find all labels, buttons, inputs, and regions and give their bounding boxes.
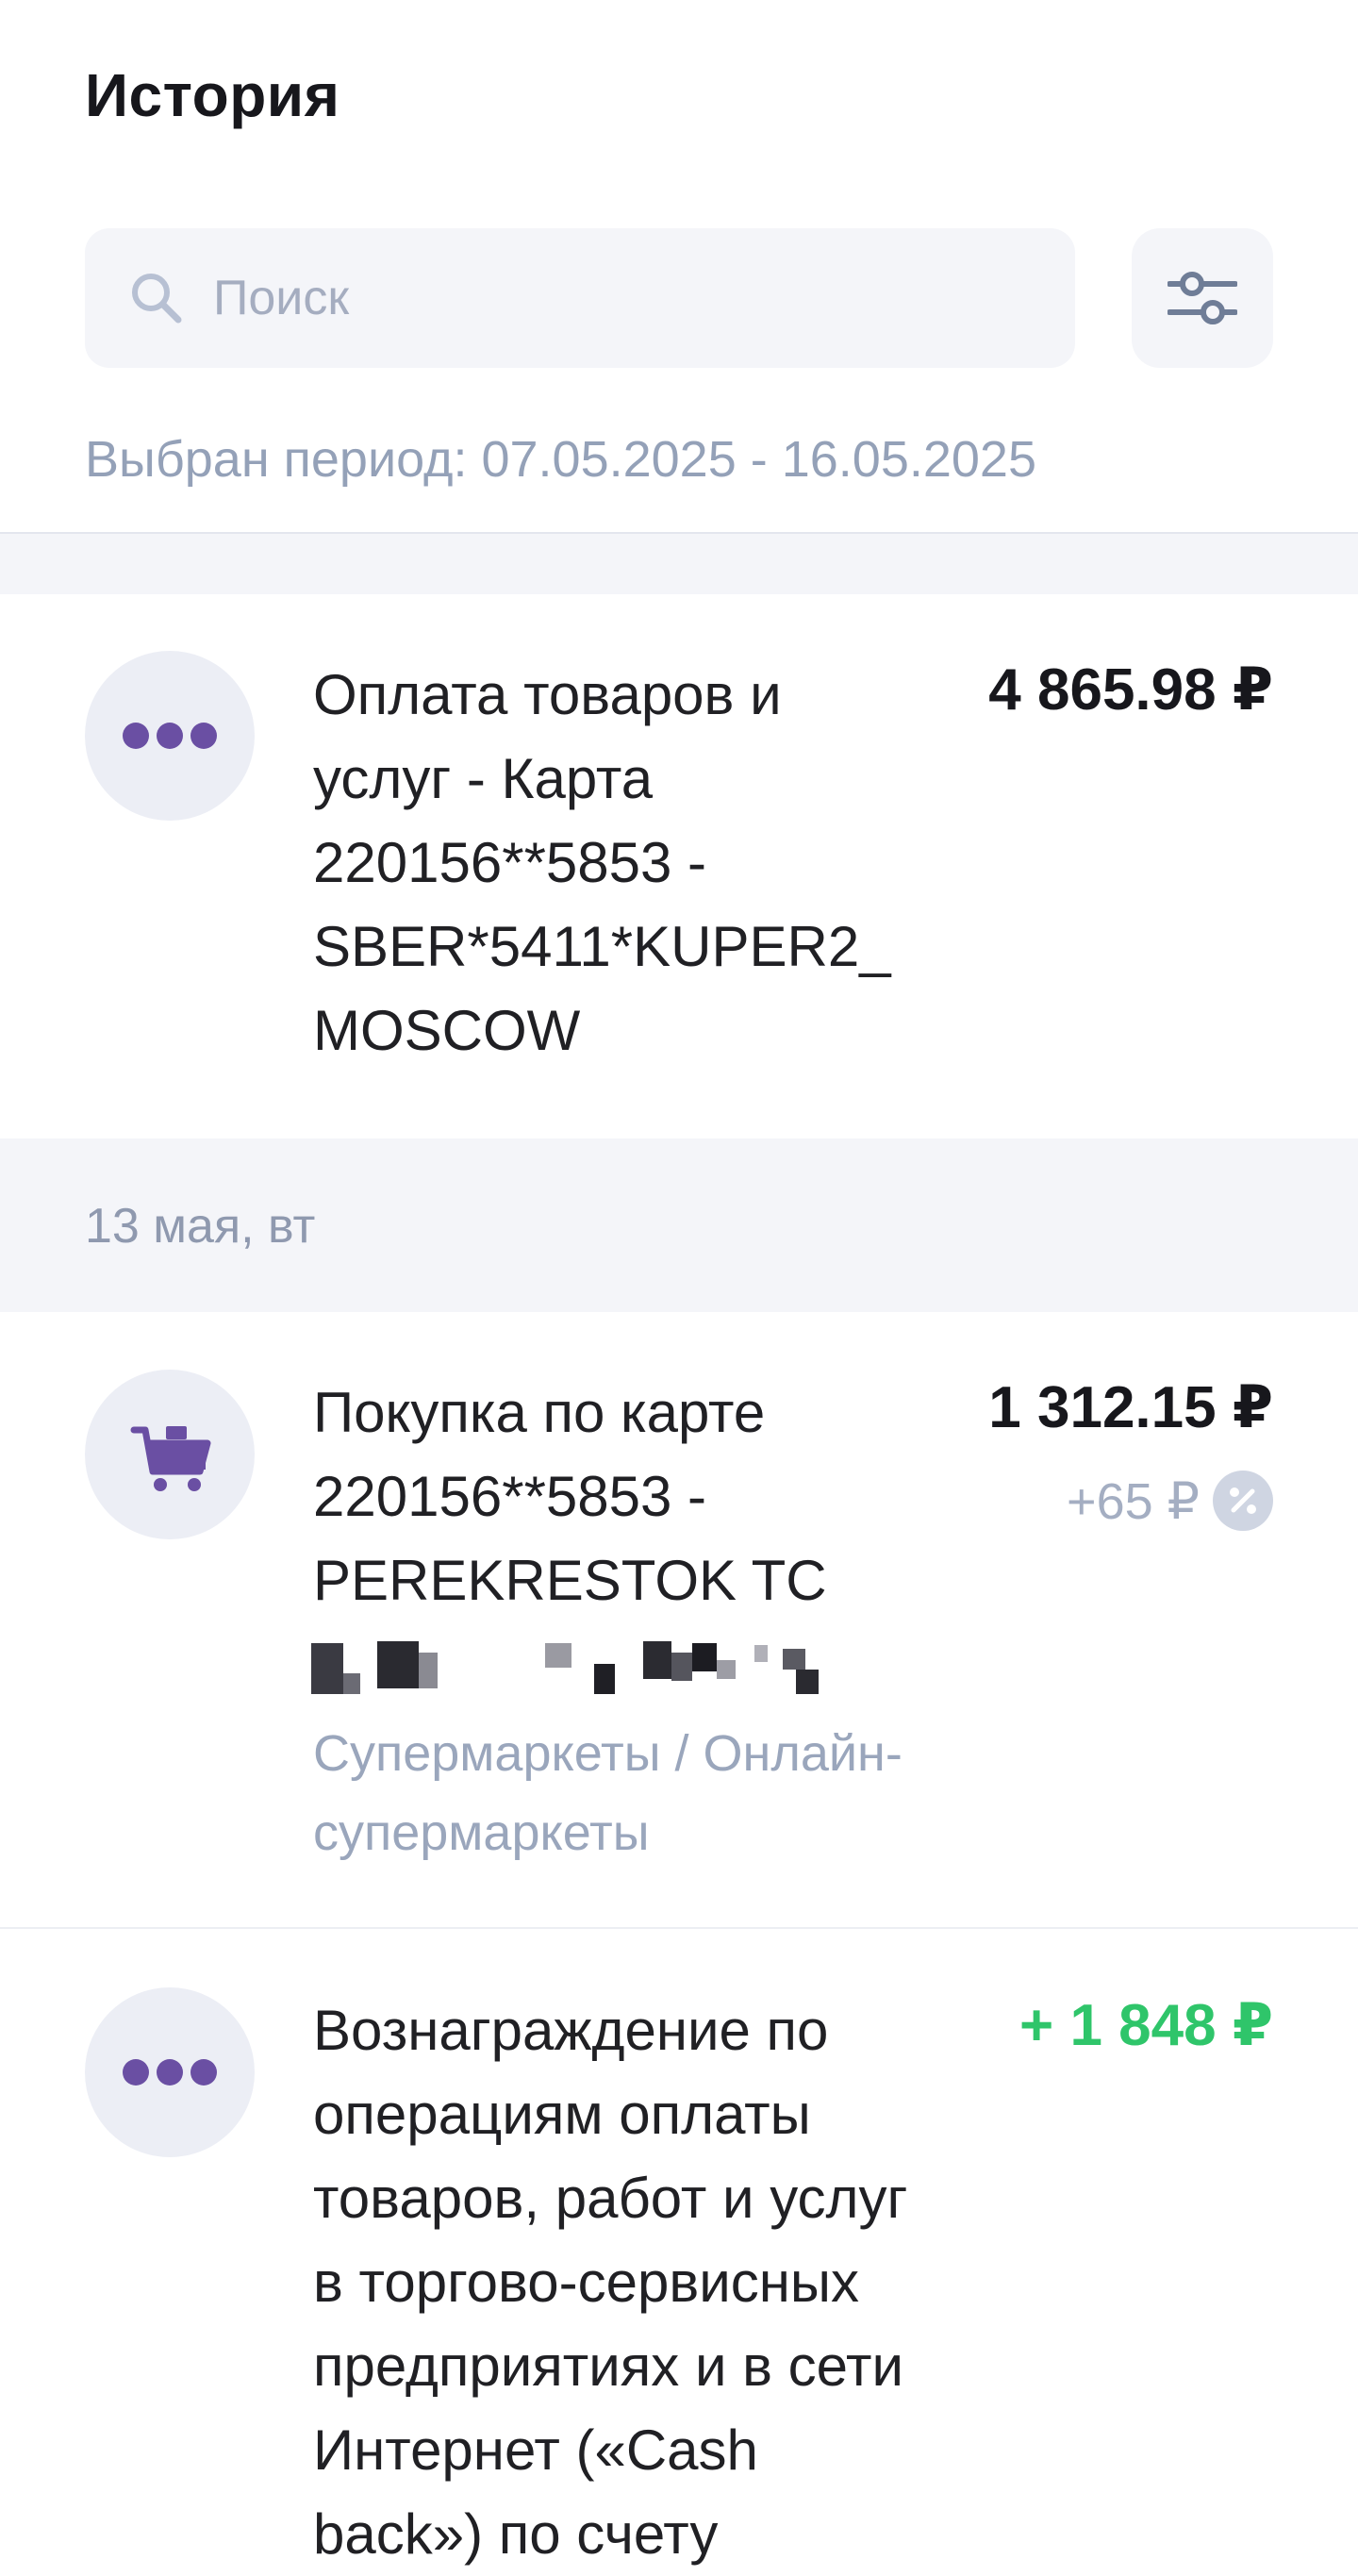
operation-avatar [85, 1370, 255, 1539]
operation-title: Оплата товаров и услуг - Карта 220156**5… [313, 663, 891, 1062]
operation-amount: 4 865.98 ₽ [988, 657, 1273, 723]
cashback-badge: +65 ₽ [1067, 1468, 1273, 1534]
operation-avatar [85, 1987, 255, 2157]
more-dots-icon [123, 2059, 217, 2086]
operation-title: Вознаграждение по операциям оплаты товар… [313, 1999, 908, 2566]
operation-title: Покупка по карте 220156**5853 - PEREKRES… [313, 1381, 827, 1612]
search-field[interactable] [85, 228, 1075, 368]
selected-period[interactable]: Выбран период: 07.05.2025 - 16.05.2025 [85, 430, 1036, 489]
search-input[interactable] [213, 257, 1043, 340]
more-dots-icon [123, 723, 217, 749]
cashback-amount: +65 ₽ [1067, 1472, 1200, 1530]
sliders-icon [1168, 272, 1237, 324]
operation-avatar [85, 651, 255, 821]
redacted-text [311, 1636, 849, 1694]
page-title: История [85, 61, 340, 129]
percent-icon [1213, 1471, 1273, 1531]
operation-category: Супермаркеты / Онлайн- супермаркеты [313, 1725, 903, 1861]
search-icon [132, 274, 182, 324]
date-separator-partial [0, 534, 1358, 594]
filter-button[interactable] [1132, 228, 1273, 368]
history-header: История Выбран период: 07.05.2025 - 16.0… [0, 0, 1358, 534]
operation-amount: + 1 848 ₽ [1019, 1993, 1273, 2058]
shopping-cart-icon [130, 1426, 211, 1491]
operation-amount: 1 312.15 ₽ [988, 1375, 1273, 1440]
date-label: 13 мая, вт [85, 1199, 316, 1254]
row-divider [0, 1927, 1358, 1929]
